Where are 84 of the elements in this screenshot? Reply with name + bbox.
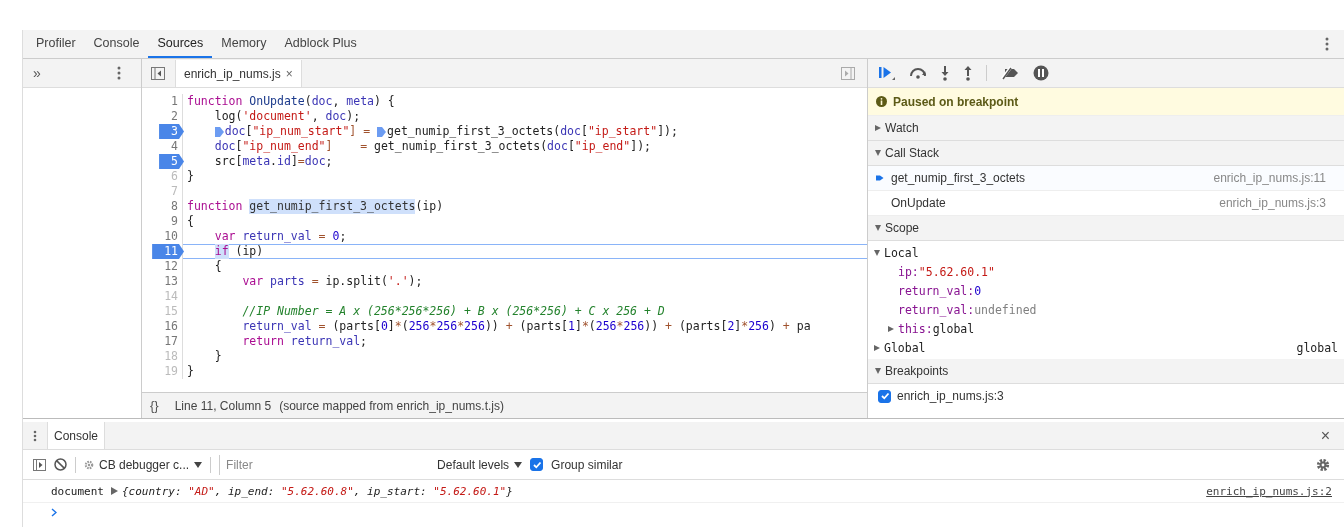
inline-breakpoint-icon[interactable] — [377, 126, 387, 137]
line-number[interactable]: 11 — [152, 244, 184, 259]
panel-tab[interactable]: Profiler — [27, 30, 85, 58]
code-line: return return_val; — [241, 334, 369, 349]
code-line: log('document', doc); — [213, 109, 362, 124]
sidebar-toggle-icon[interactable] — [33, 458, 46, 471]
panel-tab[interactable]: Memory — [212, 30, 276, 58]
section-header[interactable]: Call Stack — [868, 141, 1344, 166]
close-button[interactable]: × — [1320, 426, 1330, 445]
code-line: return_val = (parts[0]*(256*256*256)) + (parts[1]*(256*256)) + (parts[2]*256) + pa — [241, 319, 812, 334]
call-frame[interactable]: get_numip_first_3_octets enrich_ip_nums.js:11 — [868, 166, 1344, 191]
deactivate-breakpoints-icon[interactable] — [1000, 66, 1020, 80]
file-tab[interactable]: enrich_ip_nums.js × — [175, 60, 302, 87]
more-options-icon[interactable] — [1325, 37, 1329, 51]
clear-console-icon[interactable] — [54, 458, 67, 471]
step-into-icon[interactable] — [940, 65, 950, 81]
line-number[interactable]: 10 — [152, 229, 182, 244]
line-number[interactable]: 13 — [152, 274, 182, 289]
code-line: { — [186, 214, 195, 229]
toggle-sidebar-icon[interactable] — [151, 67, 165, 80]
line-number[interactable]: 5 — [159, 154, 184, 169]
step-over-icon[interactable] — [909, 66, 927, 80]
code-line: var parts = ip.split('.'); — [241, 274, 424, 289]
log-levels-dropdown[interactable]: Default levels — [437, 457, 523, 472]
scope-variable[interactable]: return_val:undefined — [874, 300, 1338, 319]
section-header[interactable]: Watch — [868, 116, 1344, 141]
log-object: {country: "AD", ip_end: "5.62.60.8", ip_start: "5.62.60.1"} — [122, 484, 513, 498]
panel-tab[interactable]: Adblock Plus — [275, 30, 366, 58]
line-number[interactable]: 2 — [159, 109, 182, 124]
close-tab-button[interactable]: × — [285, 66, 293, 81]
code-line: function OnUpdate(doc, meta) { — [186, 94, 396, 109]
caret-icon — [514, 461, 523, 468]
code-line: if (ip) — [183, 244, 867, 259]
prompt-chevron-icon — [51, 507, 57, 517]
line-number[interactable]: 9 — [159, 214, 182, 229]
group-similar-label: Group similar — [551, 457, 623, 472]
source-link[interactable]: enrich_ip_nums.js:2 — [1206, 484, 1332, 498]
drawer-tab[interactable]: Console — [47, 422, 106, 449]
expand-triangle-icon[interactable] — [111, 487, 118, 495]
scope-group[interactable]: Global global — [874, 338, 1338, 357]
inline-breakpoint-icon[interactable] — [214, 126, 224, 137]
pretty-print-button[interactable]: {} — [150, 398, 159, 413]
code-line: } — [186, 169, 195, 184]
cursor-position: Line 11, Column 5 — [174, 398, 272, 413]
code-line: var return_val = 0; — [213, 229, 348, 244]
checkbox[interactable] — [878, 389, 891, 403]
section-header[interactable]: Scope — [868, 216, 1344, 241]
resume-icon[interactable] — [878, 65, 896, 81]
pause-on-exceptions-icon[interactable] — [1033, 65, 1049, 81]
gear-icon — [84, 459, 94, 470]
caret-icon — [194, 461, 203, 468]
more-options-icon[interactable] — [117, 66, 121, 80]
paused-message: Paused on breakpoint — [893, 94, 1019, 109]
code-line: { — [213, 259, 223, 274]
more-options-icon[interactable] — [33, 429, 37, 442]
line-number[interactable]: 8 — [159, 199, 182, 214]
code-line: doc["ip_num_end"] = get_numip_first_3_octets(doc["ip_end"]); — [213, 139, 652, 154]
scope-variable[interactable]: return_val:0 — [874, 281, 1338, 300]
panel-tab[interactable]: Console — [84, 30, 149, 58]
scope-variable[interactable]: ip:"5.62.60.1" — [874, 262, 1338, 281]
scope-variable[interactable]: this:global — [874, 319, 1338, 338]
scope-group[interactable]: Local — [874, 243, 1338, 262]
more-panels-button[interactable]: » — [33, 65, 41, 81]
breakpoint-label: enrich_ip_nums.js:3 — [897, 389, 1004, 403]
section-header[interactable]: Breakpoints — [868, 359, 1344, 384]
line-number[interactable]: 4 — [159, 139, 182, 154]
line-number[interactable]: 17 — [152, 334, 182, 349]
line-number[interactable]: 3 — [159, 124, 184, 139]
code-line: //IP Number = A x (256*256*256) + B x (256*256) + C x 256 + D — [241, 304, 666, 319]
line-number[interactable]: 1 — [159, 94, 182, 109]
info-icon — [876, 96, 887, 107]
code-line: } — [186, 364, 195, 379]
settings-icon[interactable] — [1316, 457, 1330, 472]
line-number[interactable]: 16 — [152, 319, 182, 334]
step-out-icon[interactable] — [963, 65, 973, 81]
line-number[interactable]: 12 — [152, 259, 182, 274]
source-map-note: (source mapped from enrich_ip_nums.t.js) — [279, 398, 504, 413]
toggle-sidebar-icon[interactable] — [841, 67, 855, 80]
code-line: } — [213, 349, 223, 364]
checkbox[interactable] — [530, 458, 544, 471]
code-line: doc["ip_num_start"] = get_numip_first_3_octets(doc["ip_start"]); — [183, 124, 867, 139]
log-label: document — [51, 484, 104, 498]
code-line: src[meta.id]=doc; — [213, 154, 334, 169]
context-selector[interactable]: CB debugger c... — [84, 457, 203, 472]
